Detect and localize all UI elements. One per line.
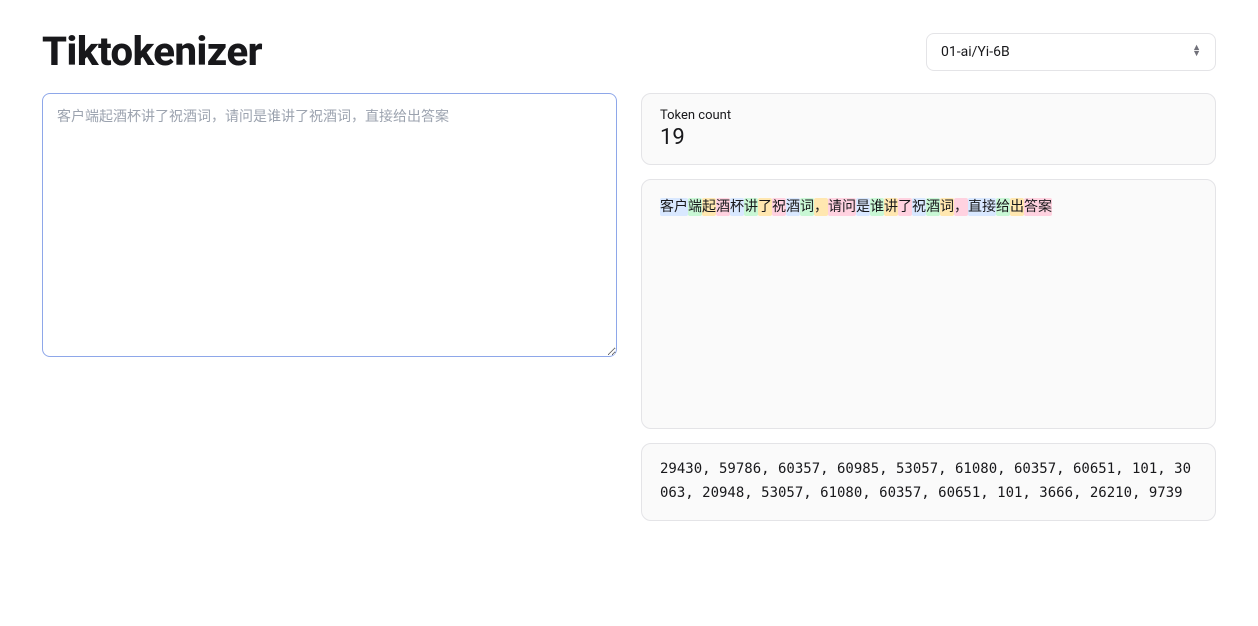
token-span: 谁 [870, 198, 884, 216]
model-select[interactable]: 01-ai/Yi-6B ▲ ▼ [926, 33, 1216, 71]
token-span: 杯 [730, 198, 744, 216]
token-span: 答案 [1024, 198, 1052, 216]
token-span: 给 [996, 198, 1010, 216]
token-span: 直接 [968, 198, 996, 216]
token-span: 请问 [828, 198, 856, 216]
token-span: 酒 [786, 198, 800, 216]
token-span: 讲 [884, 198, 898, 216]
token-span: ， [954, 198, 968, 216]
token-span: 祝 [772, 198, 786, 216]
token-span: 祝 [912, 198, 926, 216]
token-span: 了 [898, 198, 912, 216]
token-span: 了 [758, 198, 772, 216]
token-span: 出 [1010, 198, 1024, 216]
token-span: 讲 [744, 198, 758, 216]
token-span: 起 [702, 198, 716, 216]
tokens-visualization: 客户端起酒杯讲了祝酒词，请问是谁讲了祝酒词，直接给出答案 [641, 179, 1216, 429]
token-count-label: Token count [660, 108, 1197, 123]
token-span: 酒 [926, 198, 940, 216]
token-ids-output: 29430, 59786, 60357, 60985, 53057, 61080… [641, 443, 1216, 521]
model-select-value: 01-ai/Yi-6B [941, 44, 1010, 60]
page-title: Tiktokenizer [42, 28, 262, 75]
token-span: 端 [688, 198, 702, 216]
token-span: 词 [940, 198, 954, 216]
token-span: 客户 [660, 198, 688, 216]
token-span: ， [814, 198, 828, 216]
token-span: 是 [856, 198, 870, 216]
token-count-value: 19 [660, 125, 1197, 150]
token-count-card: Token count 19 [641, 93, 1216, 165]
token-span: 酒 [716, 198, 730, 216]
chevron-updown-icon: ▲ ▼ [1192, 46, 1201, 57]
token-span: 词 [800, 198, 814, 216]
text-input[interactable] [42, 93, 617, 357]
